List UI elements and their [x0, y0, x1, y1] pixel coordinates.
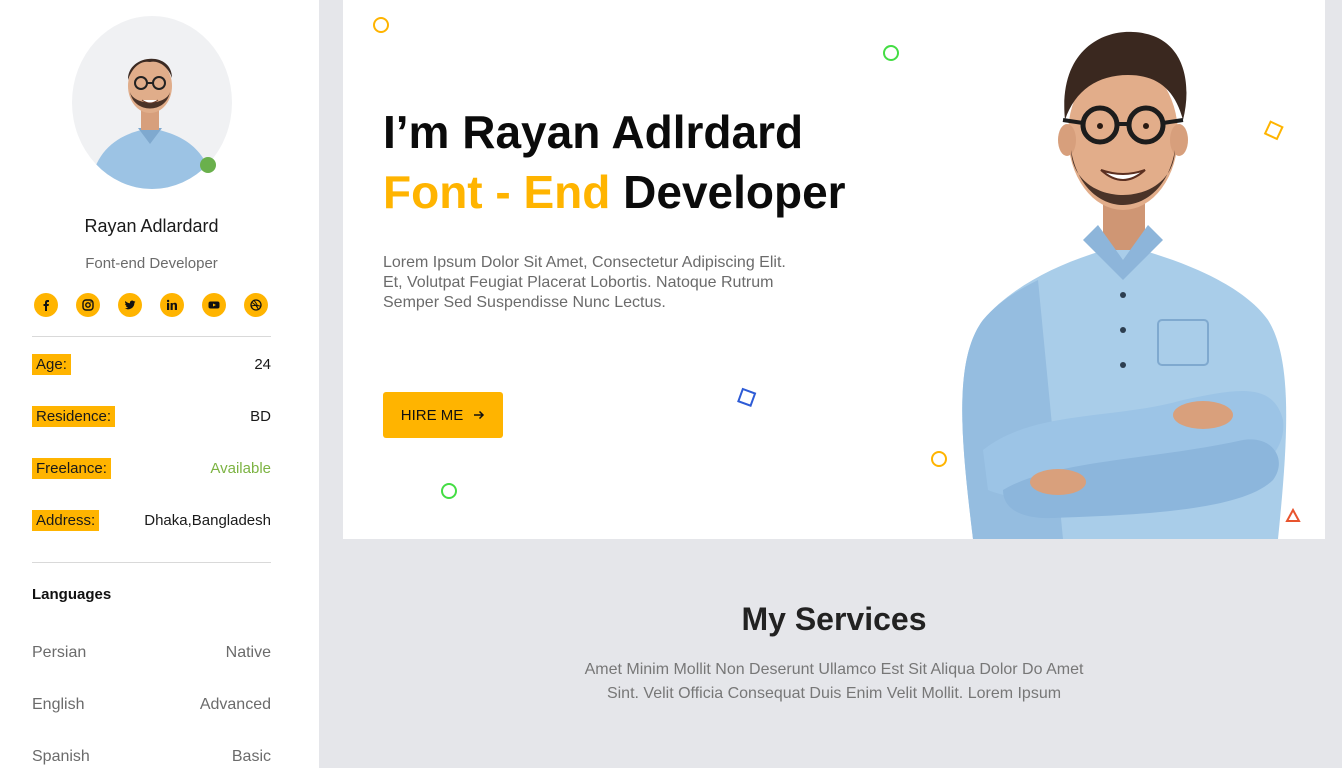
twitter-icon[interactable]: [118, 293, 142, 317]
profile-name: Rayan Adlardard: [84, 216, 219, 236]
decorative-circle-icon: [441, 483, 457, 499]
info-value: 24: [254, 355, 271, 373]
facebook-icon[interactable]: [34, 293, 58, 317]
hero-description: Lorem Ipsum Dolor Sit Amet, Consectetur …: [383, 254, 786, 311]
sidebar: Rayan Adlardard Font-end Developer Age: …: [0, 0, 319, 768]
decorative-circle-icon: [373, 17, 389, 33]
hire-me-button[interactable]: HIRE ME: [383, 392, 503, 438]
info-label: Residence:: [32, 405, 116, 427]
instagram-icon[interactable]: [76, 293, 100, 317]
hero-subtitle-rest: Developer: [623, 166, 846, 218]
linkedin-icon[interactable]: [160, 293, 184, 317]
services-description: Amet Minim Mollit Non Deserunt Ullamco E…: [584, 661, 1084, 702]
divider: [32, 562, 271, 563]
arrow-right-icon: [474, 410, 485, 420]
info-row-age: Age: 24: [32, 352, 271, 376]
hero-portrait: [962, 31, 1287, 539]
language-row: English Advanced: [32, 696, 271, 714]
info-row-address: Address: Dhaka,Bangladesh: [32, 508, 271, 532]
language-name: Persian: [32, 644, 87, 661]
info-label: Freelance:: [32, 457, 111, 479]
services-title: My Services: [741, 601, 927, 637]
language-level: Basic: [231, 748, 271, 765]
info-row-residence: Residence: BD: [32, 404, 271, 428]
info-row-freelance: Freelance: Available: [32, 456, 271, 480]
info-label: Address:: [32, 509, 100, 531]
hero-subtitle: Font - End Developer: [383, 162, 846, 222]
freelance-status: Available: [210, 459, 271, 477]
hero-section: I’m Rayan Adlrdard Font - End Developer …: [343, 0, 1325, 539]
online-status-dot: [200, 157, 216, 173]
language-level: Native: [225, 644, 271, 661]
divider: [32, 336, 271, 337]
social-links: [34, 293, 268, 317]
dribbble-icon[interactable]: [244, 293, 268, 317]
language-name: English: [32, 696, 85, 713]
info-value: Dhaka,Bangladesh: [144, 511, 271, 529]
decorative-square-icon: [737, 387, 757, 407]
language-row: Persian Native: [32, 644, 271, 662]
avatar: [72, 16, 232, 189]
info-label: Age:: [32, 353, 71, 375]
languages-title: Languages: [32, 586, 112, 603]
language-row: Spanish Basic: [32, 748, 271, 766]
decorative-circle-icon: [883, 45, 899, 61]
language-name: Spanish: [32, 748, 90, 765]
language-level: Advanced: [199, 696, 271, 713]
hire-me-label: HIRE ME: [400, 406, 464, 424]
youtube-icon[interactable]: [202, 293, 226, 317]
profile-role: Font-end Developer: [85, 255, 218, 272]
hero-title: I’m Rayan Adlrdard: [383, 106, 804, 158]
info-value: BD: [250, 407, 271, 425]
hero-subtitle-accent: Font - End: [383, 166, 611, 218]
